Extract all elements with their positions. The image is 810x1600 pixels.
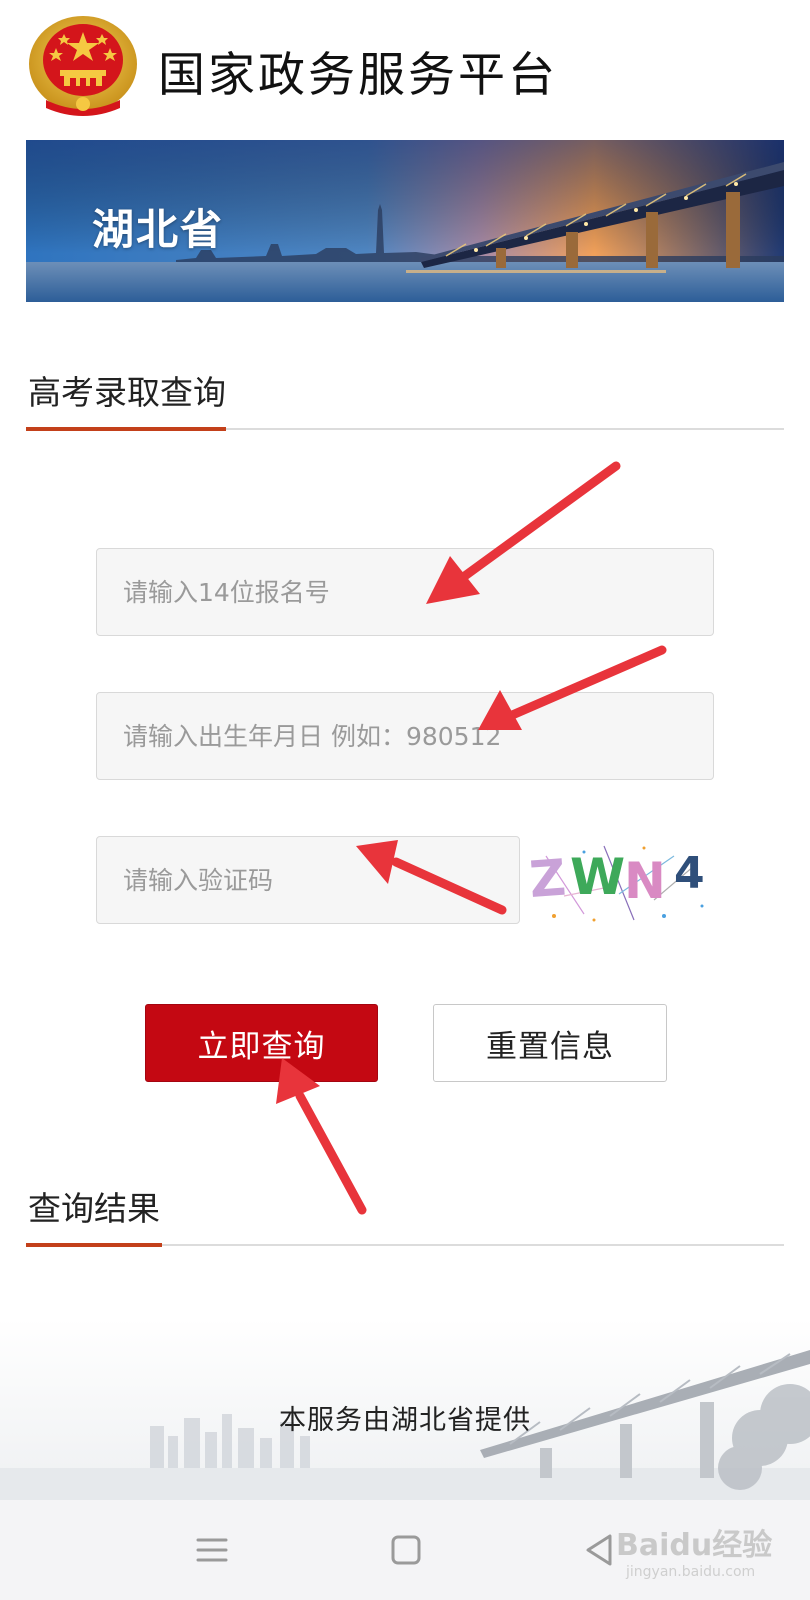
query-section-divider: [26, 427, 784, 431]
baidu-watermark-url: jingyan.baidu.com: [626, 1564, 756, 1580]
captcha-char: W: [570, 848, 625, 906]
captcha-char: Z: [528, 849, 568, 909]
service-provider-note: 本服务由湖北省提供: [279, 1405, 531, 1436]
result-section-title: 查询结果: [28, 1189, 160, 1228]
query-section-title: 高考录取查询: [28, 373, 226, 412]
banner-province-label: 湖北省: [92, 205, 225, 254]
captcha-input[interactable]: [96, 836, 520, 924]
submit-query-button[interactable]: 立即查询: [145, 1004, 378, 1082]
reset-button[interactable]: 重置信息: [433, 1004, 667, 1082]
birthdate-input[interactable]: [96, 692, 714, 780]
baidu-watermark: Baidu经验: [616, 1528, 773, 1563]
national-emblem-icon: [29, 16, 137, 116]
square-home-icon[interactable]: [384, 1528, 428, 1572]
registration-number-input[interactable]: [96, 548, 714, 636]
result-section-accent: [26, 1243, 162, 1247]
site-title: 国家政务服务平台: [158, 48, 558, 103]
query-section-accent: [26, 427, 226, 431]
header: 国家政务服务平台: [0, 0, 810, 130]
captcha-image[interactable]: Z W N 4: [524, 836, 718, 928]
captcha-char: 4: [674, 848, 705, 899]
menu-icon[interactable]: [190, 1528, 234, 1572]
result-section-divider: [26, 1243, 784, 1247]
province-banner: 湖北省: [26, 140, 784, 302]
captcha-char: N: [624, 852, 666, 910]
